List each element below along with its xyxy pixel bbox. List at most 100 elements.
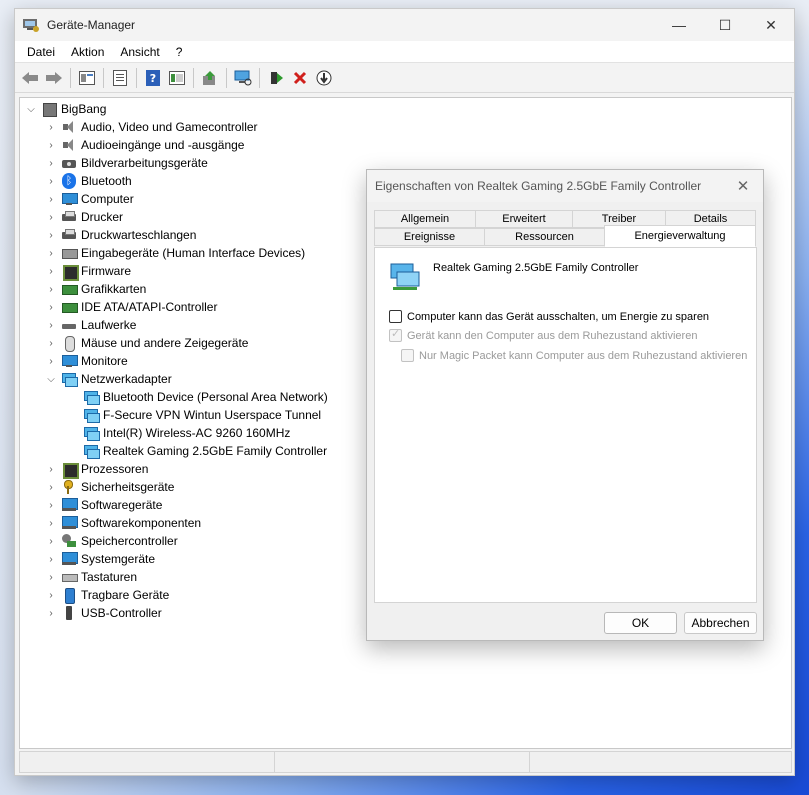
properties-dialog: Eigenschaften von Realtek Gaming 2.5GbE … xyxy=(366,169,764,641)
tab-erweitert[interactable]: Erweitert xyxy=(475,210,573,228)
enable-device-icon[interactable] xyxy=(265,67,287,89)
menu-ansicht[interactable]: Ansicht xyxy=(112,45,167,59)
chevron-right-icon[interactable]: › xyxy=(44,352,58,370)
chevron-right-icon[interactable]: › xyxy=(44,262,58,280)
chevron-right-icon[interactable]: › xyxy=(44,172,58,190)
toolbar-separator xyxy=(193,67,194,88)
chevron-right-icon[interactable]: › xyxy=(44,496,58,514)
sys-icon xyxy=(61,515,78,531)
tree-category[interactable]: › Druckwarteschlangen xyxy=(44,226,196,244)
computer-icon xyxy=(41,101,57,117)
sys-icon xyxy=(61,497,78,513)
maximize-button[interactable]: ☐ xyxy=(702,9,748,41)
tree-item-label: Netzwerkadapter xyxy=(81,372,172,386)
chevron-right-icon[interactable]: › xyxy=(44,550,58,568)
disable-icon[interactable] xyxy=(313,67,335,89)
chevron-right-icon[interactable]: › xyxy=(44,136,58,154)
menu-datei[interactable]: Datei xyxy=(19,45,63,59)
chevron-right-icon[interactable]: › xyxy=(44,154,58,172)
chevron-down-icon[interactable]: ⌵ xyxy=(24,100,38,118)
tree-category[interactable]: › Grafikkarten xyxy=(44,280,146,298)
chevron-right-icon[interactable]: › xyxy=(44,226,58,244)
tree-item-label: Prozessoren xyxy=(81,462,149,476)
minimize-button[interactable]: — xyxy=(656,9,702,41)
option-allow-turn-off[interactable]: Computer kann das Gerät ausschalten, um … xyxy=(389,310,709,323)
chevron-right-icon[interactable]: › xyxy=(44,460,58,478)
chevron-right-icon[interactable]: › xyxy=(44,532,58,550)
dialog-close-icon[interactable]: ✕ xyxy=(723,177,763,195)
tree-category[interactable]: › Softwaregeräte xyxy=(44,496,162,514)
tree-category[interactable]: › Laufwerke xyxy=(44,316,136,334)
tree-category[interactable]: › Tragbare Geräte xyxy=(44,586,169,604)
tree-item-label: Tastaturen xyxy=(81,570,138,584)
tree-category[interactable]: › Mäuse und andere Zeigegeräte xyxy=(44,334,248,352)
tree-device[interactable]: Bluetooth Device (Personal Area Network) xyxy=(80,388,328,406)
tab-ressourcen[interactable]: Ressourcen xyxy=(484,228,605,246)
tree-category[interactable]: › Tastaturen xyxy=(44,568,137,586)
tree-category[interactable]: › Firmware xyxy=(44,262,131,281)
tree-category[interactable]: › Audio, Video und Gamecontroller xyxy=(44,118,257,136)
properties-icon[interactable] xyxy=(109,67,131,89)
tree-root[interactable]: ⌵ BigBang xyxy=(24,100,106,118)
chip-icon xyxy=(61,263,79,281)
chevron-right-icon[interactable]: › xyxy=(44,604,58,622)
tree-category[interactable]: › Softwarekomponenten xyxy=(44,514,201,532)
device-name: Realtek Gaming 2.5GbE Family Controller xyxy=(433,262,639,274)
checkbox-wake-computer xyxy=(389,327,402,342)
tree-category[interactable]: › USB-Controller xyxy=(44,604,162,622)
back-icon[interactable] xyxy=(19,67,41,89)
chevron-right-icon[interactable]: › xyxy=(44,208,58,226)
uninstall-icon[interactable] xyxy=(289,67,311,89)
network-icon xyxy=(83,425,100,441)
chevron-right-icon[interactable]: › xyxy=(44,118,58,136)
tree-category[interactable]: › Speichercontroller xyxy=(44,532,178,550)
tree-category[interactable]: ⌵ Netzwerkadapter xyxy=(44,370,172,388)
tab-ereignisse[interactable]: Ereignisse xyxy=(374,228,485,246)
ok-button[interactable]: OK xyxy=(604,612,677,634)
chevron-right-icon[interactable]: › xyxy=(44,316,58,334)
console-icon[interactable] xyxy=(166,67,188,89)
chevron-right-icon[interactable]: › xyxy=(44,514,58,532)
chevron-right-icon[interactable]: › xyxy=(44,280,58,298)
tree-category[interactable]: › Drucker xyxy=(44,208,123,226)
tree-category[interactable]: › Systemgeräte xyxy=(44,550,155,568)
tree-category[interactable]: › IDE ATA/ATAPI-Controller xyxy=(44,298,217,316)
monitor-icon xyxy=(61,191,78,207)
chevron-down-icon[interactable]: ⌵ xyxy=(44,370,58,388)
tree-category[interactable]: › Audioeingänge und -ausgänge xyxy=(44,136,244,154)
bluetooth-icon xyxy=(61,173,77,189)
key-icon xyxy=(61,479,77,495)
chevron-right-icon[interactable]: › xyxy=(44,586,58,604)
chevron-right-icon[interactable]: › xyxy=(44,568,58,586)
scan-icon[interactable] xyxy=(232,67,254,89)
tree-category[interactable]: › Prozessoren xyxy=(44,460,149,479)
tree-category[interactable]: › Computer xyxy=(44,190,133,208)
tree-category[interactable]: › Monitore xyxy=(44,352,127,370)
close-button[interactable]: ✕ xyxy=(748,9,794,41)
svg-text:?: ? xyxy=(150,72,156,85)
update-driver-icon[interactable] xyxy=(199,67,221,89)
tree-category[interactable]: › Eingabegeräte (Human Interface Devices) xyxy=(44,244,305,262)
tree-category[interactable]: › Bildverarbeitungsgeräte xyxy=(44,154,207,172)
menu-aktion[interactable]: Aktion xyxy=(63,45,112,59)
view-icon[interactable] xyxy=(76,67,98,89)
status-pane xyxy=(275,752,530,772)
tree-category[interactable]: › Sicherheitsgeräte xyxy=(44,478,174,496)
tab-energieverwaltung[interactable]: Energieverwaltung xyxy=(604,225,756,247)
chevron-right-icon[interactable]: › xyxy=(44,478,58,496)
help-icon[interactable]: ? xyxy=(142,67,164,89)
chevron-right-icon[interactable]: › xyxy=(44,298,58,316)
tree-category[interactable]: › Bluetooth xyxy=(44,172,132,190)
network-adapter-icon xyxy=(389,262,421,292)
forward-icon[interactable] xyxy=(43,67,65,89)
chevron-right-icon[interactable]: › xyxy=(44,244,58,262)
cancel-button[interactable]: Abbrechen xyxy=(684,612,757,634)
menu-help[interactable]: ? xyxy=(168,45,191,59)
tree-device[interactable]: F-Secure VPN Wintun Userspace Tunnel xyxy=(80,406,321,424)
chevron-right-icon[interactable]: › xyxy=(44,334,58,352)
checkbox-allow-turn-off[interactable] xyxy=(389,310,402,323)
chevron-right-icon[interactable]: › xyxy=(44,190,58,208)
tree-device[interactable]: Intel(R) Wireless-AC 9260 160MHz xyxy=(80,424,290,442)
tree-device[interactable]: Realtek Gaming 2.5GbE Family Controller xyxy=(80,442,327,460)
tab-allgemein[interactable]: Allgemein xyxy=(374,210,476,228)
